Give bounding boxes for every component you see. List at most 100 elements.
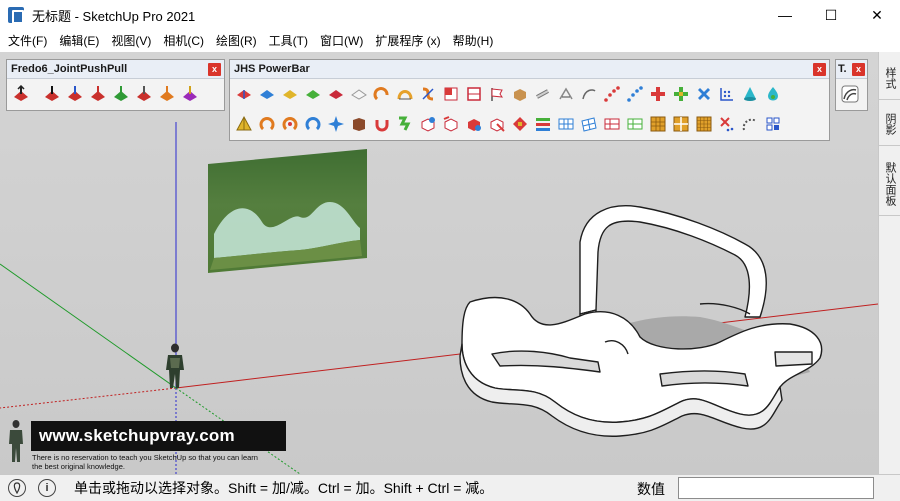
red-axis-negative bbox=[0, 387, 177, 409]
wood-block-icon[interactable] bbox=[509, 83, 531, 105]
status-bar: i 单击或拖动以选择对象。Shift = 加/减。Ctrl = 加。Shift … bbox=[0, 474, 900, 501]
small-t-toolbar: T. x bbox=[835, 59, 868, 111]
orange-pushpull-icon[interactable] bbox=[156, 83, 178, 105]
red-plane-icon[interactable] bbox=[325, 83, 347, 105]
menu-tools[interactable]: 工具(T) bbox=[263, 30, 314, 52]
menu-bar: 文件(F) 编辑(E) 视图(V) 相机(C) 绘图(R) 工具(T) 窗口(W… bbox=[0, 30, 900, 52]
blue-dots-curve-icon[interactable] bbox=[624, 83, 646, 105]
yellow-face-icon[interactable] bbox=[279, 83, 301, 105]
green-bars-icon[interactable] bbox=[532, 113, 554, 135]
red-hook-icon[interactable] bbox=[279, 113, 301, 135]
minimize-button[interactable]: — bbox=[762, 0, 808, 30]
normal-pushpull-icon[interactable] bbox=[64, 83, 86, 105]
menu-extensions[interactable]: 扩展程序 (x) bbox=[369, 30, 446, 52]
default-tray: 样式 阴影 默认面板 bbox=[878, 52, 900, 474]
fredo-toolbar-title[interactable]: Fredo6_JointPushPull bbox=[7, 60, 224, 79]
red-face-icon[interactable] bbox=[233, 83, 255, 105]
teardrop-icon[interactable] bbox=[762, 83, 784, 105]
blue-x-icon[interactable] bbox=[693, 83, 715, 105]
status-hint: 单击或拖动以选择对象。Shift = 加/减。Ctrl = 加。Shift + … bbox=[74, 480, 494, 496]
reference-photo[interactable] bbox=[208, 149, 367, 273]
red-mesh-icon[interactable] bbox=[601, 113, 623, 135]
fredo-toolbar-close-button[interactable]: x bbox=[208, 63, 221, 76]
menu-help[interactable]: 帮助(H) bbox=[447, 30, 500, 52]
watermark-caption: There is no reservation to teach you Ske… bbox=[32, 453, 302, 471]
menu-window[interactable]: 窗口(W) bbox=[314, 30, 369, 52]
flag-icon[interactable] bbox=[486, 83, 508, 105]
menu-file[interactable]: 文件(F) bbox=[2, 30, 53, 52]
watermark-banner: www.sketchupvray.com bbox=[31, 421, 286, 451]
magnet-icon[interactable] bbox=[371, 113, 393, 135]
line-cut-icon[interactable] bbox=[555, 83, 577, 105]
tray-tab-styles[interactable]: 样式 bbox=[879, 56, 900, 100]
maximize-button[interactable]: ☐ bbox=[808, 0, 854, 30]
jhs-toolbar-close-button[interactable]: x bbox=[813, 63, 826, 76]
rotate-cube-icon[interactable] bbox=[440, 113, 462, 135]
jhs-toolbar-title[interactable]: JHS PowerBar bbox=[230, 60, 829, 79]
red-cross-icon[interactable] bbox=[647, 83, 669, 105]
cone-icon[interactable] bbox=[739, 83, 761, 105]
geo-location-icon[interactable] bbox=[8, 479, 26, 497]
pipe-icon[interactable] bbox=[532, 83, 554, 105]
vector-pushpull-icon[interactable] bbox=[41, 83, 63, 105]
red-square-icon[interactable] bbox=[440, 83, 462, 105]
dotted-arc-icon[interactable] bbox=[739, 113, 761, 135]
green-axis bbox=[0, 263, 177, 389]
watermark-figure-icon bbox=[9, 420, 23, 462]
orange-quad-icon[interactable] bbox=[670, 113, 692, 135]
title-bar: 无标题 - SketchUp Pro 2021 — ☐ ✕ bbox=[0, 0, 900, 30]
red-dots-curve-icon[interactable] bbox=[601, 83, 623, 105]
cube-arrow-icon[interactable] bbox=[486, 113, 508, 135]
star-snap-icon[interactable] bbox=[325, 113, 347, 135]
green-cross-icon[interactable] bbox=[670, 83, 692, 105]
green-zigzag-icon[interactable] bbox=[394, 113, 416, 135]
n-pushpull-icon[interactable] bbox=[133, 83, 155, 105]
twist-icon[interactable] bbox=[417, 83, 439, 105]
jhs-powerbar-toolbar: JHS PowerBar x bbox=[229, 59, 830, 141]
dot-matrix-icon[interactable] bbox=[762, 113, 784, 135]
mesh-bar-icon[interactable] bbox=[555, 113, 577, 135]
red-blue-cube-icon[interactable] bbox=[463, 113, 485, 135]
orange-ring-icon[interactable] bbox=[256, 113, 278, 135]
window-title: 无标题 - SketchUp Pro 2021 bbox=[32, 8, 196, 24]
menu-draw[interactable]: 绘图(R) bbox=[210, 30, 263, 52]
extrude-cube-icon[interactable] bbox=[417, 113, 439, 135]
measurements-label: 数值 bbox=[637, 481, 665, 497]
green-face-icon[interactable] bbox=[302, 83, 324, 105]
scale-figure[interactable] bbox=[166, 343, 184, 389]
watermark-caption-line2: the best original knowledge. bbox=[32, 462, 125, 471]
orange-arc-icon[interactable] bbox=[371, 83, 393, 105]
joint-pushpull-icon[interactable] bbox=[10, 83, 32, 105]
dot-grid-icon[interactable] bbox=[716, 83, 738, 105]
menu-camera[interactable]: 相机(C) bbox=[157, 30, 210, 52]
purple-pushpull-icon[interactable] bbox=[179, 83, 201, 105]
extrude-pushpull-icon[interactable] bbox=[87, 83, 109, 105]
mesh-slant-icon[interactable] bbox=[578, 113, 600, 135]
info-icon[interactable]: i bbox=[38, 479, 56, 497]
tray-tab-default-panel[interactable]: 默认面板 bbox=[879, 152, 900, 216]
window-controls: — ☐ ✕ bbox=[762, 0, 900, 30]
menu-view[interactable]: 视图(V) bbox=[105, 30, 157, 52]
bend-icon[interactable] bbox=[394, 83, 416, 105]
watermark-caption-line1: There is no reservation to teach you Ske… bbox=[32, 453, 258, 462]
curve-line-icon[interactable] bbox=[578, 83, 600, 105]
grid-rect-icon[interactable] bbox=[463, 83, 485, 105]
blue-ring-icon[interactable] bbox=[302, 113, 324, 135]
orange-grid-icon[interactable] bbox=[647, 113, 669, 135]
green-pushpull-icon[interactable] bbox=[110, 83, 132, 105]
red-diamond-icon[interactable] bbox=[509, 113, 531, 135]
brown-cube-icon[interactable] bbox=[348, 113, 370, 135]
green-mesh-icon[interactable] bbox=[624, 113, 646, 135]
close-button[interactable]: ✕ bbox=[854, 0, 900, 30]
white-plane-icon[interactable] bbox=[348, 83, 370, 105]
blue-face-icon[interactable] bbox=[256, 83, 278, 105]
orange-fine-grid-icon[interactable] bbox=[693, 113, 715, 135]
measurements-input[interactable] bbox=[678, 477, 874, 499]
menu-edit[interactable]: 编辑(E) bbox=[53, 30, 105, 52]
curved-surface-icon[interactable] bbox=[839, 83, 861, 105]
tray-tab-shadows[interactable]: 阴影 bbox=[879, 102, 900, 146]
yellow-triangle-icon[interactable] bbox=[233, 113, 255, 135]
fredo-jointpushpull-toolbar: Fredo6_JointPushPull x bbox=[6, 59, 225, 111]
small-toolbar-close-button[interactable]: x bbox=[852, 63, 865, 76]
red-x-dots-icon[interactable] bbox=[716, 113, 738, 135]
